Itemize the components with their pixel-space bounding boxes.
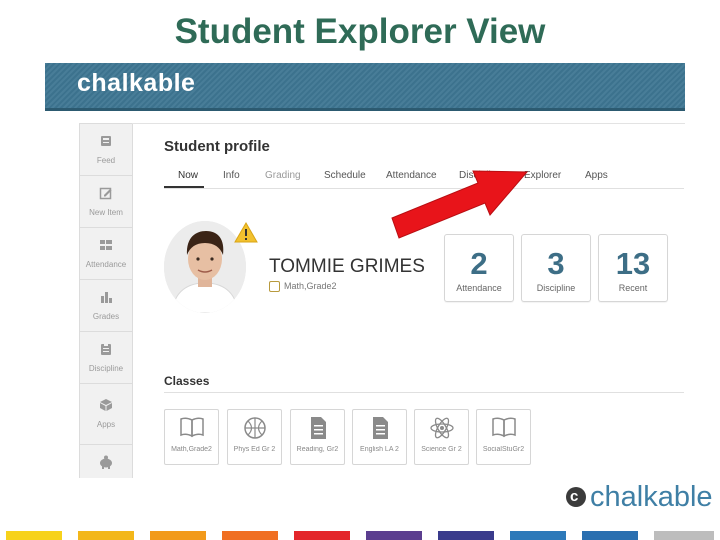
sidebar-item-apps[interactable]: Apps [80, 384, 132, 445]
class-label: SocialStuGr2 [482, 446, 525, 453]
document-icon [353, 410, 406, 446]
apps-icon [80, 384, 132, 418]
class-tile-social-studies[interactable]: SocialStuGr2 [476, 409, 531, 465]
stripe-dark-orange [222, 531, 278, 540]
student-class-label: Math,Grade2 [284, 281, 337, 291]
sidebar-item-grades[interactable]: Grades [80, 280, 132, 332]
profile-tabs: Now Info Grading Schedule Attendance Dis… [164, 168, 684, 189]
piggy-bank-icon [80, 445, 132, 475]
grades-icon [80, 280, 132, 310]
book-icon [477, 410, 530, 446]
basketball-icon [228, 410, 281, 446]
tab-attendance[interactable]: Attendance [386, 170, 437, 181]
classes-title: Classes [164, 374, 210, 388]
class-tile-science[interactable]: Science Gr 2 [414, 409, 469, 465]
footer-logo-text: chalkable [590, 481, 713, 513]
app-logo: chalkable [77, 69, 196, 97]
tab-apps[interactable]: Apps [585, 170, 608, 181]
sidebar-item-label: New Item [89, 208, 123, 217]
stat-discipline[interactable]: 3 Discipline [521, 234, 591, 302]
tab-explorer[interactable]: Explorer [524, 170, 561, 181]
class-tile-math[interactable]: Math,Grade2 [164, 409, 219, 465]
warning-icon[interactable] [234, 222, 258, 248]
stat-value: 3 [547, 246, 565, 281]
page-title: Student profile [164, 138, 270, 155]
active-tab-indicator [164, 186, 204, 188]
sidebar-item-label: Apps [96, 420, 116, 429]
stripe-dark-blue [582, 531, 638, 540]
stripe-purple [366, 531, 422, 540]
classes-divider [164, 392, 684, 393]
stat-value: 13 [615, 246, 651, 281]
student-class: Math,Grade2 [269, 281, 337, 293]
tab-now[interactable]: Now [178, 170, 198, 181]
stat-label: Recent [618, 283, 648, 293]
app-header: chalkable [45, 63, 685, 111]
edit-icon [80, 176, 132, 206]
class-label: Reading, Gr2 [296, 446, 339, 453]
class-checkbox[interactable] [269, 281, 280, 293]
stat-label: Attendance [456, 283, 502, 293]
sidebar-item-discipline[interactable]: Discipline [80, 332, 132, 384]
stripe-gold [78, 531, 134, 540]
tab-grading[interactable]: Grading [265, 170, 301, 181]
sidebar-item-piggy-bank[interactable] [80, 445, 132, 478]
document-icon [291, 410, 344, 446]
sidebar-item-label: Discipline [88, 364, 124, 373]
stripe-blue [510, 531, 566, 540]
class-tile-reading[interactable]: Reading, Gr2 [290, 409, 345, 465]
class-label: Math,Grade2 [171, 446, 212, 453]
stat-recent[interactable]: 13 Recent [598, 234, 668, 302]
profile-content: Student profile Now Info Grading Schedul… [132, 123, 685, 478]
stat-attendance[interactable]: 2 Attendance [444, 234, 514, 302]
color-stripe-bar [0, 531, 720, 540]
stripe-red [294, 531, 350, 540]
stripe-yellow [6, 531, 62, 540]
sidebar-item-label: Grades [92, 312, 120, 321]
tab-info[interactable]: Info [223, 170, 240, 181]
logo-mark: c [570, 488, 579, 505]
student-name: TOMMIE GRIMES [269, 256, 425, 277]
class-tile-english[interactable]: English LA 2 [352, 409, 407, 465]
stripe-orange [150, 531, 206, 540]
sidebar-item-label: Attendance [85, 260, 127, 269]
discipline-icon [80, 332, 132, 362]
app-screenshot: Feed New Item Attendance Grades Discipli… [45, 111, 685, 478]
slide-title: Student Explorer View [174, 12, 546, 51]
stat-value: 2 [470, 246, 488, 281]
book-icon [165, 410, 218, 446]
class-tile-phys-ed[interactable]: Phys Ed Gr 2 [227, 409, 282, 465]
sidebar-item-attendance[interactable]: Attendance [80, 228, 132, 280]
sidebar-item-new-item[interactable]: New Item [80, 176, 132, 228]
tab-discipline[interactable]: Discipline [459, 170, 502, 181]
class-label: English LA 2 [360, 446, 399, 453]
stripe-indigo [438, 531, 494, 540]
sidebar-item-feed[interactable]: Feed [80, 124, 132, 176]
sidebar-item-label: Feed [96, 156, 116, 165]
atom-icon [415, 410, 468, 446]
feed-icon [80, 124, 132, 154]
tab-schedule[interactable]: Schedule [324, 170, 366, 181]
class-label: Phys Ed Gr 2 [233, 446, 276, 453]
stripe-gray [654, 531, 714, 540]
stat-label: Discipline [536, 283, 576, 293]
class-label: Science Gr 2 [421, 446, 462, 453]
sidebar: Feed New Item Attendance Grades Discipli… [79, 123, 133, 478]
chalkable-logo-icon: c [566, 487, 586, 507]
attendance-icon [80, 228, 132, 258]
